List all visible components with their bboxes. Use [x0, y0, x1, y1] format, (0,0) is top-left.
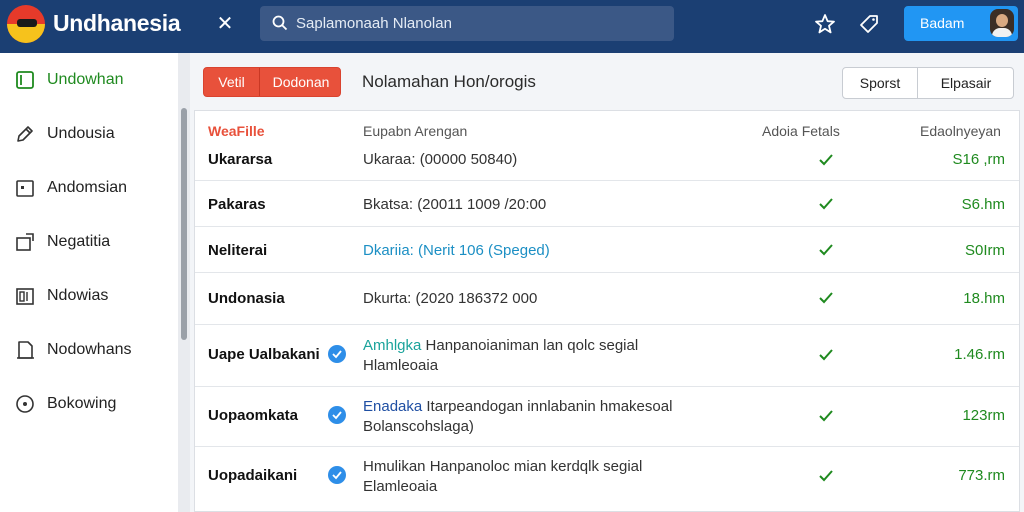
sidebar-item-label: Undousia [47, 125, 115, 142]
row-name: Neliterai [208, 242, 268, 259]
close-icon[interactable]: ✕ [212, 11, 238, 37]
app-logo [7, 5, 45, 43]
check-icon [819, 198, 833, 210]
row-value: S6.hm [961, 196, 1005, 213]
check-icon [819, 410, 833, 422]
check-icon [819, 470, 833, 482]
sidebar-item-ndowias[interactable]: Ndowias [0, 274, 178, 318]
row-value: 773.rm [958, 467, 1005, 484]
sidebar-item-label: Undowhan [47, 71, 124, 88]
row-description: Ukaraa: (00000 50840) [363, 151, 518, 168]
folder-icon [16, 180, 34, 197]
circle-icon [16, 395, 34, 413]
row-value: S16 ,rm [952, 151, 1005, 168]
row-description-line2: Elamleoaia [363, 478, 438, 495]
column-header-value[interactable]: Edaolnyeyan [920, 123, 1001, 139]
table-row[interactable]: Uopaomkata Enadaka Itarpeandogan innlaba… [195, 387, 1019, 447]
column-header-status[interactable]: Adoia Fetals [762, 123, 840, 139]
row-description: Bkatsa: (20011 1009 /20:00 [363, 196, 547, 213]
sidebar: Undowhan Undousia Andomsian Negatitia Nd… [0, 53, 178, 512]
verified-badge-icon [328, 466, 346, 484]
segment-vetil[interactable]: Vetil [204, 68, 259, 96]
search-icon [272, 15, 288, 31]
row-name: Uopadaikani [208, 467, 298, 484]
sporst-button[interactable]: Sporst [843, 68, 917, 98]
sidebar-item-negatitia[interactable]: Negatitia [0, 220, 178, 264]
sidebar-item-label: Bokowing [47, 395, 117, 412]
row-description: Enadaka Itarpeandogan innlabanin hmakeso… [363, 397, 672, 437]
row-name: Uopaomkata [208, 407, 299, 424]
row-value: 18.hm [963, 290, 1005, 307]
row-name: Undonasia [208, 290, 285, 307]
check-icon [819, 244, 833, 256]
table-row[interactable]: Uopadaikani Hmulikan Hanpanoloc mian ker… [195, 447, 1019, 511]
sidebar-item-bokowing[interactable]: Bokowing [0, 382, 178, 426]
row-description-line2: Bolanscohslaga) [363, 418, 474, 435]
row-description-text: Hanpanoianiman lan qolc segial [425, 337, 639, 354]
sidebar-item-label: Andomsian [47, 179, 128, 196]
user-avatar[interactable] [990, 9, 1014, 37]
table-row[interactable]: Ukararsa Ukaraa: (00000 50840) S16 ,rm [195, 141, 1019, 181]
sidebar-item-label: Ndowias [47, 287, 109, 304]
page-title: Nolamahan Hon/orogis [362, 72, 536, 91]
table-row[interactable]: Undonasia Dkurta: (2020 186372 000 18.hm [195, 273, 1019, 325]
row-name: Pakaras [208, 196, 266, 213]
segment-dodonan[interactable]: Dodonan [260, 68, 340, 96]
verified-badge-icon [328, 406, 346, 424]
column-header-name[interactable]: WeaFille [208, 123, 265, 139]
row-description-text: Itarpeandogan innlabanin hmakesoal [426, 398, 673, 415]
sidebar-item-andomsian[interactable]: Andomsian [0, 166, 178, 210]
row-value: 1.46.rm [954, 346, 1005, 363]
table-row[interactable]: Pakaras Bkatsa: (20011 1009 /20:00 S6.hm [195, 181, 1019, 227]
elpasair-button[interactable]: Elpasair [918, 68, 1014, 98]
share-icon [16, 233, 34, 251]
search-input[interactable] [296, 6, 666, 41]
action-button-group: Sporst Elpasair [842, 67, 1014, 99]
check-icon [819, 349, 833, 361]
document-icon [17, 341, 34, 359]
row-value: S0Irm [964, 242, 1005, 259]
verified-badge-icon [328, 345, 346, 363]
segmented-control: Vetil Dodonan [203, 67, 341, 97]
sidebar-item-label: Nodowhans [47, 341, 132, 358]
column-header-description[interactable]: Eupabn Arengan [363, 123, 467, 139]
checkbox-icon [16, 71, 34, 89]
tag-icon[interactable] [858, 13, 880, 35]
table-row[interactable]: Uape Ualbakani Amhlgka Hanpanoianiman la… [195, 325, 1019, 387]
sidebar-item-nodowhans[interactable]: Nodowhans [0, 328, 178, 372]
primary-button-label: Badam [920, 15, 965, 31]
sidebar-scroll-thumb[interactable] [181, 108, 187, 340]
check-icon [819, 154, 833, 166]
star-icon[interactable] [814, 13, 836, 35]
table-row[interactable]: Neliterai Dkariia: (Nerit 106 (Speged) S… [195, 227, 1019, 273]
sidebar-item-undowhan[interactable]: Undowhan [0, 58, 178, 102]
search-bar[interactable] [260, 6, 674, 41]
sidebar-item-label: Negatitia [47, 233, 111, 250]
row-value: 123rm [962, 407, 1005, 424]
row-name: Ukararsa [208, 151, 273, 168]
row-description: Amhlgka Hanpanoianiman lan qolc segial H… [363, 336, 638, 376]
row-description-text: Hanpanoloc mian kerdqlk segial [429, 458, 643, 475]
row-description-lead: Enadaka [363, 398, 423, 415]
row-description-line2: Hlamleoaia [363, 357, 439, 374]
row-description-lead: Amhlgka [363, 337, 422, 354]
row-name: Uape Ualbakani [208, 346, 320, 363]
row-description: Dkariia: (Nerit 106 (Speged) [363, 242, 550, 259]
row-description-lead: Hmulikan [363, 458, 426, 475]
app-title: Undhanesia [53, 10, 181, 36]
pencil-icon [17, 126, 33, 142]
row-description: Dkurta: (2020 186372 000 [363, 290, 538, 307]
row-description: Hmulikan Hanpanoloc mian kerdqlk segial … [363, 457, 642, 497]
top-bar: Undhanesia ✕ Badam [0, 0, 1024, 53]
check-icon [819, 292, 833, 304]
sidebar-item-undousia[interactable]: Undousia [0, 112, 178, 156]
columns-icon [16, 288, 34, 305]
data-table: WeaFille Eupabn Arengan Adoia Fetals Eda… [194, 110, 1020, 512]
